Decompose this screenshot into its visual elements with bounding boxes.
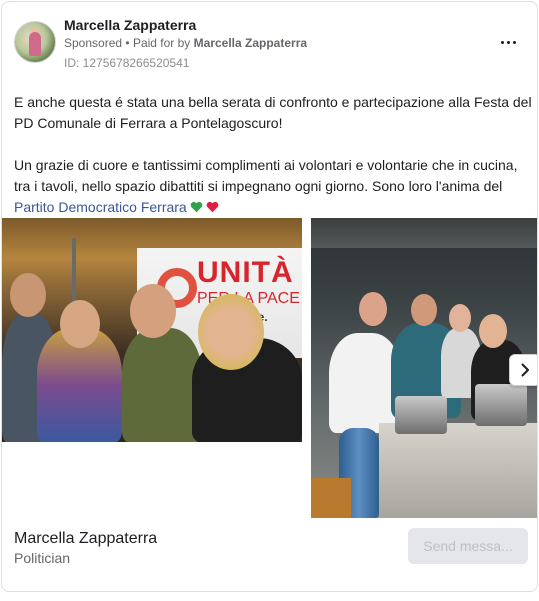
person-3-face (130, 284, 176, 338)
ad-card: Marcella Zappaterra Sponsored • Paid for… (1, 1, 538, 592)
page-name-link[interactable]: Marcella Zappaterra (64, 17, 196, 33)
person-4-face (198, 294, 264, 370)
cooking-pot-1 (395, 396, 447, 434)
paid-for-prefix: Paid for by (132, 36, 191, 50)
red-heart-icon (206, 201, 219, 213)
kitchen-tarp (311, 218, 537, 248)
green-heart-icon (190, 201, 203, 213)
more-options-button[interactable] (496, 30, 520, 54)
send-message-button[interactable]: Send messa... (408, 528, 528, 564)
image-carousel[interactable]: UNITÀ PER LA PACE le idee. (2, 218, 537, 518)
footer-page-name[interactable]: Marcella Zappaterra (14, 530, 157, 548)
sponsored-line: Sponsored • Paid for by Marcella Zappate… (64, 36, 307, 50)
volunteer-2-face (411, 294, 437, 326)
person-2-face (60, 300, 100, 348)
sponsored-label: Sponsored (64, 36, 123, 50)
post-paragraph-1: E anche questa é stata una bella serata … (14, 94, 532, 131)
carousel-next-button[interactable] (509, 354, 537, 386)
volunteer-1-face (359, 292, 387, 326)
carousel-photo-kitchen-volunteers[interactable] (311, 218, 537, 518)
avatar-figure (29, 32, 41, 56)
post-paragraph-2: Un grazie di cuore e tantissimi complime… (14, 155, 534, 218)
stove-counter (379, 423, 537, 518)
paid-for-name: Marcella Zappaterra (193, 36, 308, 50)
page-avatar[interactable] (14, 21, 56, 63)
banner-line-1: UNITÀ (197, 256, 294, 289)
meta-separator: • (125, 36, 130, 50)
ad-id: ID: 1275678266520541 (64, 56, 190, 70)
volunteer-4-face (479, 314, 507, 348)
post-text: E anche questa é stata una bella serata … (14, 92, 534, 218)
party-page-link[interactable]: Partito Democratico Ferrara (14, 199, 187, 215)
chevron-right-icon (521, 363, 529, 377)
volunteer-3-face (449, 304, 471, 332)
kitchen-floor (311, 478, 351, 518)
person-3 (122, 328, 202, 442)
person-1-face (10, 273, 46, 317)
more-horizontal-icon (500, 40, 504, 44)
cooking-pot-2 (475, 384, 527, 426)
footer-page-category: Politician (14, 550, 71, 566)
carousel-photo-group-selfie[interactable]: UNITÀ PER LA PACE le idee. (2, 218, 302, 442)
post-paragraph-2-text: Un grazie di cuore e tantissimi complime… (14, 157, 518, 194)
